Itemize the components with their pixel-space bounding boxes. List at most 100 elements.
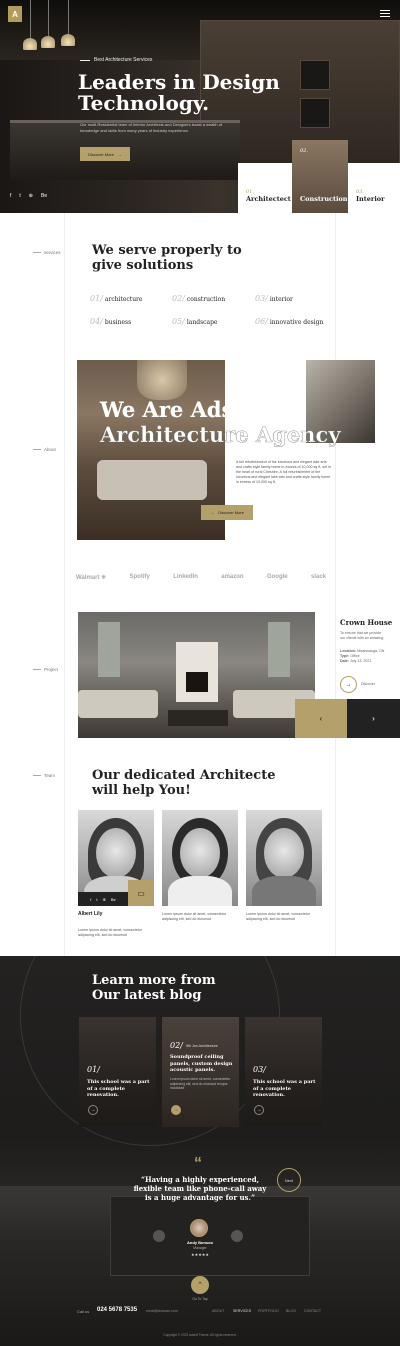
category-interior[interactable]: 03. Interior xyxy=(348,163,400,213)
chandelier xyxy=(137,360,187,400)
team-social: f t ⊕ Be xyxy=(78,892,128,906)
testimonial-quote: “Having a highly experienced, flexible t… xyxy=(133,1175,267,1202)
chat-icon[interactable]: ▭ xyxy=(128,880,154,906)
side-label-about: About xyxy=(33,447,56,452)
avatar[interactable] xyxy=(153,1230,165,1242)
blog-title: Learn more from Our latest blog xyxy=(92,973,216,1003)
arrow-right-icon: → xyxy=(210,510,215,515)
divider xyxy=(64,213,65,956)
footer-link-contact[interactable]: CONTACT xyxy=(304,1309,321,1313)
services-title: We serve properly to give solutions xyxy=(92,243,242,273)
hero-description: Our multi-Residential team of Interior A… xyxy=(80,122,223,133)
brand-logos: Walmart ✳ Spotify LinkedIn amazon Google… xyxy=(76,574,326,581)
project-date: Date: July 13, 2021 xyxy=(340,659,372,663)
team-member-card[interactable] xyxy=(162,810,238,906)
dribbble-icon[interactable]: ⊕ xyxy=(29,193,33,199)
footer-link-blog[interactable]: BLOG xyxy=(286,1309,296,1313)
service-item[interactable]: 01/architecture xyxy=(90,294,142,303)
behance-icon[interactable]: Be xyxy=(41,193,47,199)
hero-title: Leaders in Design Technology. xyxy=(78,70,280,115)
phone-number[interactable]: 024 5678 7535 xyxy=(97,1307,137,1313)
window xyxy=(268,622,290,677)
project-title: Crown House xyxy=(340,618,393,627)
facebook-icon[interactable]: f xyxy=(10,193,11,199)
logo[interactable]: A xyxy=(8,6,22,22)
team-member-text: Lorem ipsum dolor sit amet, consectetur … xyxy=(246,912,310,921)
team-member-card[interactable]: f t ⊕ Be ▭ xyxy=(78,810,154,906)
go-to-top-label: Go To Top xyxy=(192,1297,208,1301)
blog-card-featured[interactable]: 02/ 5th Jan Architecture Soundproof ceil… xyxy=(162,1017,239,1127)
arrow-right-icon[interactable]: → xyxy=(254,1105,264,1115)
blog-card[interactable]: 03/ This school was a part of a complete… xyxy=(245,1017,322,1127)
page: A Best Architecture Services Leaders in … xyxy=(0,0,400,1346)
team-member-card[interactable] xyxy=(246,810,322,906)
about-title: We Are Adsett Architecture Agency xyxy=(100,397,341,447)
team-photo xyxy=(180,828,220,878)
testimonial-name: Andy Bonsoo xyxy=(187,1240,213,1245)
service-item[interactable]: 05/landscape xyxy=(172,317,217,326)
service-item[interactable]: 02/construction xyxy=(172,294,225,303)
pendant-lamp xyxy=(61,34,75,46)
dribbble-icon[interactable]: ⊕ xyxy=(102,897,105,902)
window xyxy=(98,622,120,677)
project-discover-label: Discover xyxy=(361,682,375,686)
footer-email[interactable]: email@domain.com xyxy=(146,1309,178,1313)
service-item[interactable]: 04/business xyxy=(90,317,131,326)
avatar[interactable] xyxy=(231,1230,243,1242)
about-text: A full refurbishment of the luxurious an… xyxy=(236,460,331,484)
amazon-logo: amazon xyxy=(221,574,244,580)
team-photo xyxy=(264,828,304,878)
pendant-lamp xyxy=(41,36,55,48)
side-label-services: services xyxy=(33,250,61,255)
linkedin-logo: LinkedIn xyxy=(173,574,198,580)
prev-project-button[interactable]: ‹ xyxy=(295,699,347,738)
chevron-right-icon: › xyxy=(372,714,375,723)
category-architectect[interactable]: 01. Architectect xyxy=(238,163,292,213)
spotify-logo: Spotify xyxy=(129,574,150,580)
team-title: Our dedicated Architecte will help You! xyxy=(92,768,276,798)
call-label: Call us xyxy=(77,1309,90,1314)
behance-icon[interactable]: Be xyxy=(111,897,116,902)
team-member-name: Albert Lily xyxy=(78,911,103,917)
team-member-text: Lorem ipsum dolor sit amet, consectetur … xyxy=(162,912,226,921)
pendant-lamp xyxy=(23,38,37,50)
arrow-right-icon[interactable]: → xyxy=(88,1105,98,1115)
team-photo xyxy=(96,828,136,878)
twitter-icon[interactable]: t xyxy=(96,897,97,902)
footer-link-about[interactable]: ABOUT xyxy=(212,1309,224,1313)
arrow-right-icon: → xyxy=(117,151,122,157)
slack-logo: slack xyxy=(310,574,326,580)
go-to-top-button[interactable]: ⌃ xyxy=(191,1276,209,1294)
facebook-icon[interactable]: f xyxy=(90,897,91,902)
avatar[interactable] xyxy=(190,1219,208,1237)
copyright: Copyright © 2022 adsett Theme. All right… xyxy=(163,1333,237,1337)
arrow-right-icon[interactable]: → xyxy=(171,1105,181,1115)
service-item[interactable]: 03/interior xyxy=(255,294,293,303)
project-discover-button[interactable]: → xyxy=(340,676,357,693)
side-label-project: Project xyxy=(33,667,58,672)
hero-tagline: Best Architecture Services xyxy=(80,57,152,63)
service-item[interactable]: 06/innovative design xyxy=(255,317,323,326)
menu-icon[interactable] xyxy=(380,10,390,19)
next-project-button[interactable]: › xyxy=(347,699,400,738)
footer-link-portfolio[interactable]: PORTFOLIO xyxy=(258,1309,279,1313)
quote-icon: “ xyxy=(194,1155,202,1172)
blog-card[interactable]: 01/ This school was a part of a complete… xyxy=(79,1017,156,1127)
social-links: f t ⊕ Be xyxy=(10,193,47,199)
house-silhouette xyxy=(110,1196,310,1276)
project-intro: To ensure that we provide our clients wi… xyxy=(340,631,384,640)
walmart-logo: Walmart ✳ xyxy=(76,575,107,581)
category-construction[interactable]: 02. Construction xyxy=(292,140,348,213)
rating-stars: ★★★★★ xyxy=(191,1252,209,1257)
footer-link-services[interactable]: SERVICES xyxy=(233,1309,251,1313)
about-discover-button[interactable]: → Discover More xyxy=(201,505,253,520)
sofa xyxy=(78,690,158,718)
google-logo: Google xyxy=(266,574,288,580)
project-image xyxy=(78,612,315,738)
twitter-icon[interactable]: t xyxy=(19,193,20,199)
hero-section: A Best Architecture Services Leaders in … xyxy=(0,0,400,213)
arrow-right-icon: → xyxy=(345,681,352,688)
discover-more-button[interactable]: Discover More → xyxy=(80,147,130,161)
team-member-text: Lorem ipsum dolor sit amet, consectetur … xyxy=(78,928,142,937)
next-testimonial-button[interactable]: Next xyxy=(277,1168,301,1192)
